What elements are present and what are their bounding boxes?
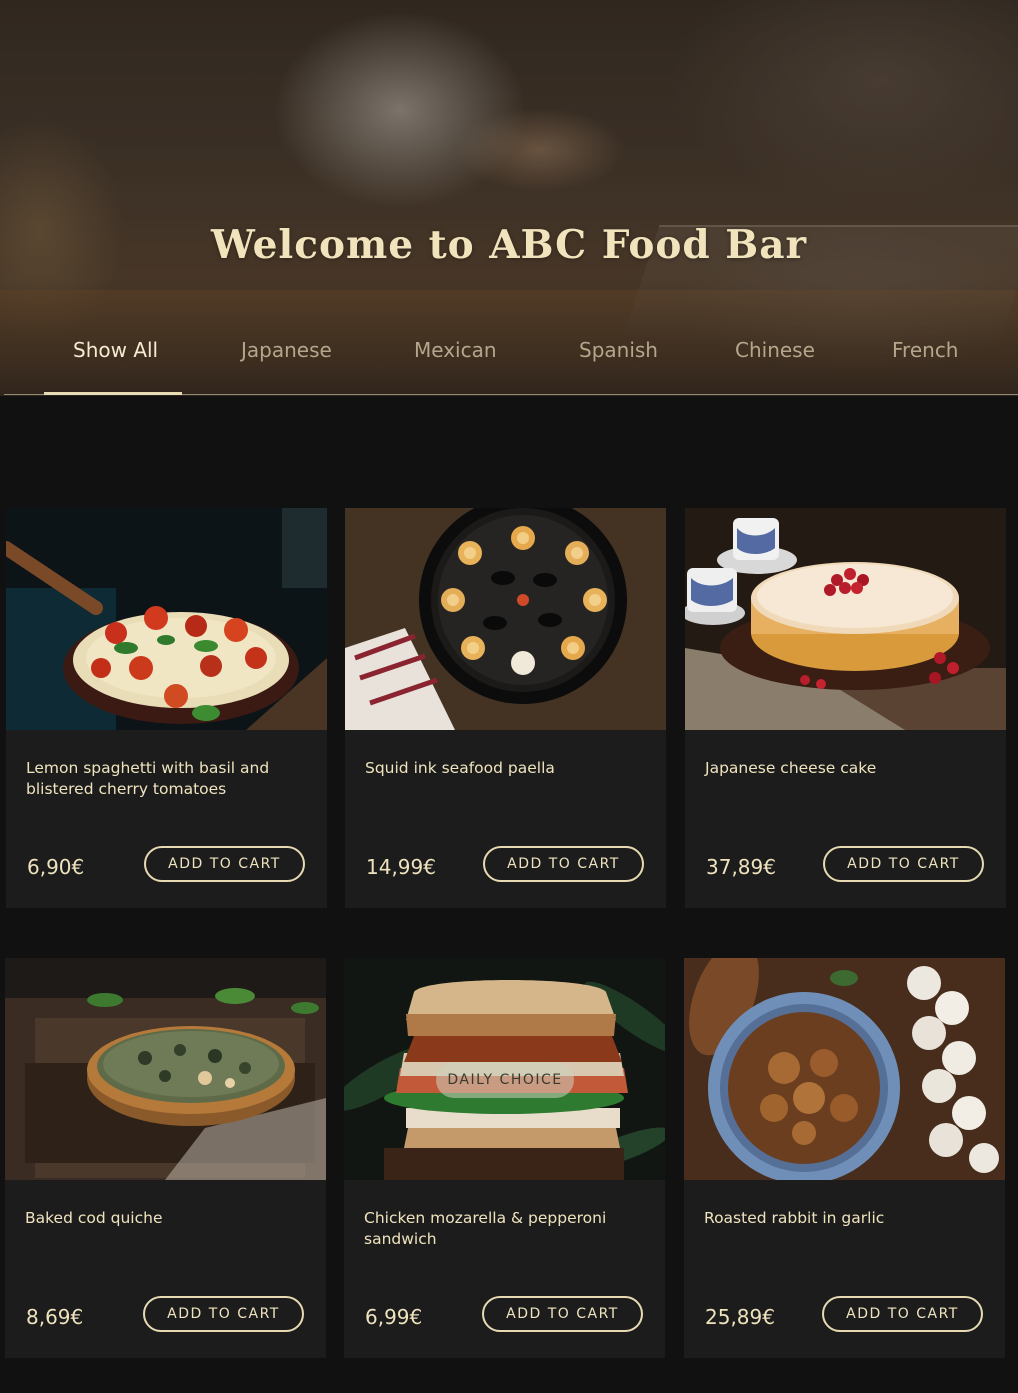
add-to-cart-button[interactable]: ADD TO CART — [483, 846, 644, 882]
product-price: 37,89€ — [706, 855, 776, 879]
product-card: DAILY CHOICE Chicken mozarella & peppero… — [344, 958, 665, 1358]
add-to-cart-button[interactable]: ADD TO CART — [144, 846, 305, 882]
product-name: Roasted rabbit in garlic — [704, 1209, 885, 1227]
add-to-cart-button[interactable]: ADD TO CART — [822, 1296, 983, 1332]
product-price: 14,99€ — [366, 855, 436, 879]
product-card: Lemon spaghetti with basil and blistered… — [6, 508, 327, 908]
tab-mexican[interactable]: Mexican — [414, 338, 497, 362]
tab-french[interactable]: French — [892, 338, 958, 362]
hero-banner: Welcome to ABC Food Bar Show All Japanes… — [0, 0, 1018, 396]
product-name: Baked cod quiche — [25, 1209, 163, 1227]
category-tabs: Show All Japanese Mexican Spanish Chines… — [0, 330, 1018, 396]
tab-chinese[interactable]: Chinese — [735, 338, 815, 362]
product-card: Japanese cheese cake 37,89€ ADD TO CART — [685, 508, 1006, 908]
product-image-sandwich[interactable]: DAILY CHOICE — [344, 958, 665, 1180]
product-price: 25,89€ — [705, 1305, 775, 1329]
product-image-paella[interactable] — [345, 508, 666, 730]
product-name: Lemon spaghetti with basil and blistered… — [26, 759, 270, 798]
product-name: Chicken mozarella & pepperoni sandwich — [364, 1209, 607, 1248]
tab-spanish[interactable]: Spanish — [579, 338, 658, 362]
add-to-cart-button[interactable]: ADD TO CART — [482, 1296, 643, 1332]
page-title: Welcome to ABC Food Bar — [210, 222, 808, 268]
tab-show-all[interactable]: Show All — [73, 338, 158, 362]
add-to-cart-button[interactable]: ADD TO CART — [823, 846, 984, 882]
product-price: 8,69€ — [26, 1305, 84, 1329]
add-to-cart-button[interactable]: ADD TO CART — [143, 1296, 304, 1332]
daily-choice-badge: DAILY CHOICE — [436, 1062, 574, 1098]
product-name: Squid ink seafood paella — [365, 759, 555, 777]
product-card: Squid ink seafood paella 14,99€ ADD TO C… — [345, 508, 666, 908]
product-image-spaghetti[interactable] — [6, 508, 327, 730]
tab-japanese[interactable]: Japanese — [241, 338, 332, 362]
product-image-cheese-cake[interactable] — [685, 508, 1006, 730]
product-image-rabbit[interactable] — [684, 958, 1005, 1180]
product-card: Baked cod quiche 8,69€ ADD TO CART — [5, 958, 326, 1358]
product-card: Roasted rabbit in garlic 25,89€ ADD TO C… — [684, 958, 1005, 1358]
product-price: 6,99€ — [365, 1305, 423, 1329]
product-price: 6,90€ — [27, 855, 85, 879]
tabs-divider — [4, 394, 1018, 395]
product-image-quiche[interactable] — [5, 958, 326, 1180]
product-name: Japanese cheese cake — [705, 759, 877, 777]
